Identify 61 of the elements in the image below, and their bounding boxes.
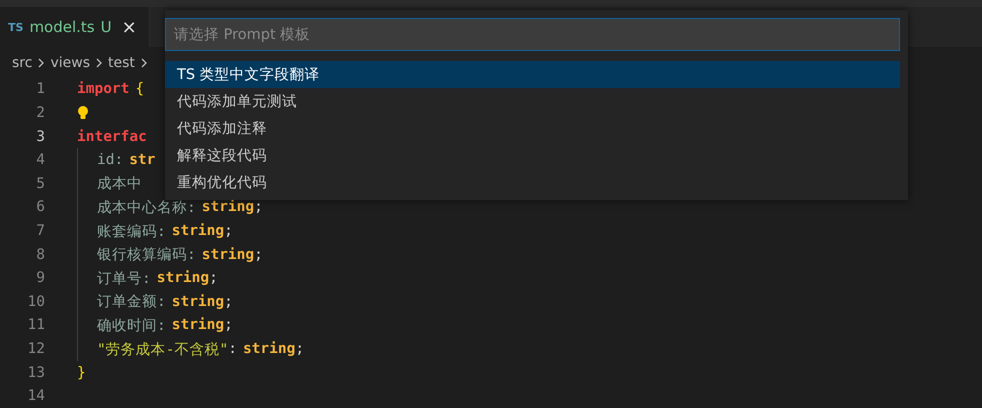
breadcrumb-item[interactable]: src bbox=[12, 54, 32, 71]
editor-tab[interactable]: TS model.ts U × bbox=[0, 7, 150, 47]
breadcrumb-item[interactable]: views bbox=[50, 54, 90, 71]
code-token: } bbox=[77, 364, 86, 381]
chevron-icon bbox=[36, 56, 46, 69]
line-number: 4 bbox=[35, 152, 45, 168]
code-token: string bbox=[172, 317, 224, 334]
code-token: ; bbox=[224, 294, 233, 310]
code-token: string bbox=[242, 341, 296, 358]
search-field[interactable]: 请选择 Prompt 模板 bbox=[165, 18, 900, 51]
code-token: ; bbox=[224, 223, 233, 240]
line-number: 1 bbox=[35, 81, 45, 98]
code-token: "劳务成本-不含税" bbox=[97, 340, 228, 359]
line-number: 2 bbox=[35, 105, 45, 122]
code-token: ; bbox=[295, 341, 304, 358]
code-token: interfac bbox=[77, 128, 147, 145]
code-token: 账套编码: bbox=[97, 222, 166, 241]
code-token: string bbox=[156, 270, 210, 286]
line-number: 8 bbox=[35, 246, 45, 263]
line-number: 7 bbox=[35, 223, 45, 240]
line-number: 13 bbox=[26, 364, 45, 381]
quick-pick-item[interactable]: 解释这段代码 bbox=[165, 142, 900, 169]
code-token: : bbox=[228, 341, 237, 358]
breadcrumb-item[interactable]: test bbox=[108, 54, 135, 71]
line-number: 12 bbox=[26, 341, 45, 358]
code-token: 成本中 bbox=[97, 175, 142, 194]
line-number: 6 bbox=[35, 199, 45, 216]
quick-pick-item[interactable]: 代码添加注释 bbox=[165, 115, 900, 142]
code-token: { bbox=[135, 81, 144, 98]
code-token: ; bbox=[209, 270, 218, 286]
code-token: ; bbox=[224, 317, 233, 334]
line-number: 14 bbox=[26, 388, 45, 404]
code-token: 订单金额: bbox=[97, 292, 166, 312]
code-token: id: bbox=[97, 152, 124, 168]
line-number: 10 bbox=[26, 294, 45, 310]
code-token: 订单号: bbox=[97, 270, 151, 288]
code-token: import bbox=[77, 81, 130, 98]
code-token: str bbox=[129, 152, 156, 168]
code-token: ; bbox=[254, 199, 263, 216]
code-token: string bbox=[202, 246, 254, 263]
code-token: 银行核算编码: bbox=[97, 246, 196, 264]
quick-pick-item[interactable]: TS 类型中文字段翻译 bbox=[165, 61, 900, 88]
quick-pick-item[interactable]: 代码添加单元测试 bbox=[165, 88, 900, 115]
line-number: 3 bbox=[35, 128, 45, 145]
code-token: string bbox=[202, 199, 254, 216]
lightbulb-icon[interactable] bbox=[77, 105, 89, 122]
code-token: ; bbox=[254, 246, 263, 263]
chevron-icon bbox=[94, 56, 104, 69]
git-status: U bbox=[100, 18, 112, 36]
typescript-file-icon: TS bbox=[8, 20, 24, 34]
code-token: string bbox=[172, 223, 224, 240]
code-token: 确收时间: bbox=[97, 316, 166, 335]
quick-pick-item[interactable]: 重构优化代码 bbox=[165, 169, 900, 196]
code-token: 成本中心名称: bbox=[97, 198, 196, 217]
code-token: string bbox=[172, 294, 224, 310]
line-number: 11 bbox=[26, 317, 45, 334]
chevron-icon bbox=[138, 56, 149, 69]
close-icon[interactable]: × bbox=[122, 16, 137, 38]
line-number: 5 bbox=[35, 176, 45, 192]
line-number: 9 bbox=[35, 270, 45, 286]
tab-title: model.ts bbox=[29, 18, 95, 36]
